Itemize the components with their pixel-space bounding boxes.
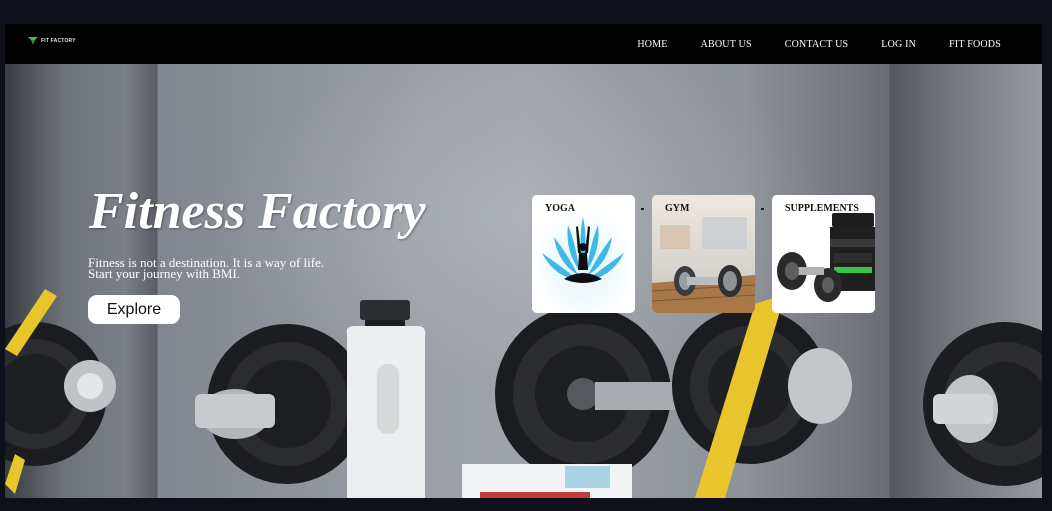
logo-text: FIT FACTORY [41,38,76,44]
hero-tagline-line-2: Start your journey with BMI. [88,266,241,281]
dumbbell-center-icon [195,324,367,484]
card-supplements-label: SUPPLEMENTS [785,203,859,214]
hero-background-photo [5,289,1042,498]
card-separator-dot [761,208,764,210]
logo-icon [28,37,38,45]
notebook-icon [462,464,632,498]
dumbbell-right-icon [923,322,1042,486]
nav-home[interactable]: HOME [637,39,667,50]
card-gym[interactable]: GYM [652,195,755,313]
water-bottle-icon [346,300,426,498]
hero-title: Fitness Factory [89,183,426,240]
nav-about-us[interactable]: ABOUT US [701,39,752,50]
card-gym-label: GYM [665,203,690,214]
nav-links: HOME ABOUT US CONTACT US LOG IN FIT FOOD… [637,24,1042,64]
card-supplements[interactable]: SUPPLEMENTS [772,195,875,313]
nav-log-in[interactable]: LOG IN [881,39,916,50]
card-yoga[interactable]: YOGA [532,195,635,313]
logo[interactable]: FIT FACTORY [28,37,76,45]
navbar: FIT FACTORY HOME ABOUT US CONTACT US LOG… [5,24,1042,64]
card-separator-dot [641,208,644,210]
nav-contact-us[interactable]: CONTACT US [785,39,849,50]
hero-tagline: Fitness is not a destination. It is a wa… [88,256,324,281]
card-yoga-label: YOGA [545,203,575,214]
nav-fit-foods[interactable]: FIT FOODS [949,39,1001,50]
explore-button[interactable]: Explore [88,295,180,324]
hero-banner: Fitness Factory Fitness is not a destina… [5,64,1042,498]
